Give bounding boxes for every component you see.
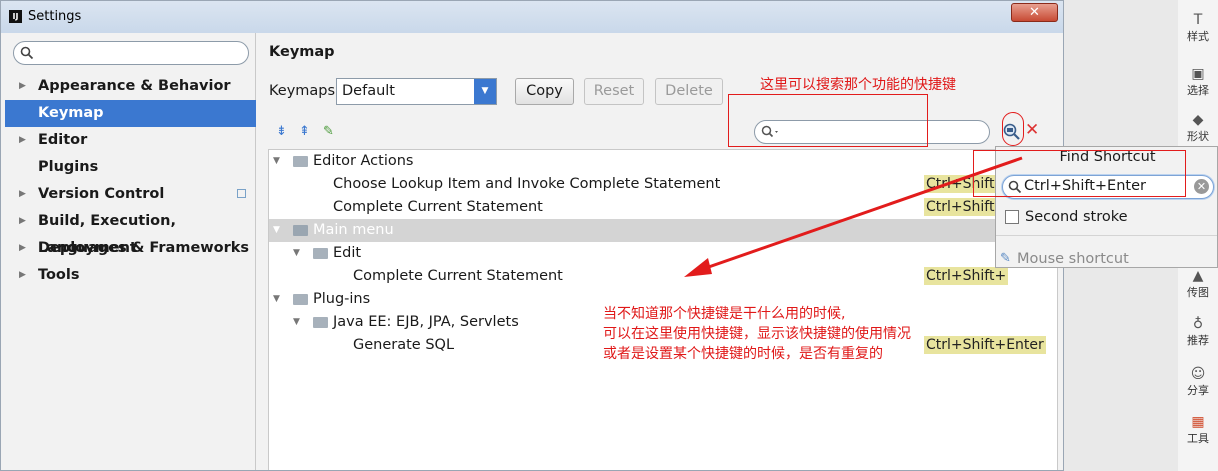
annotation-arrow — [684, 156, 1023, 277]
